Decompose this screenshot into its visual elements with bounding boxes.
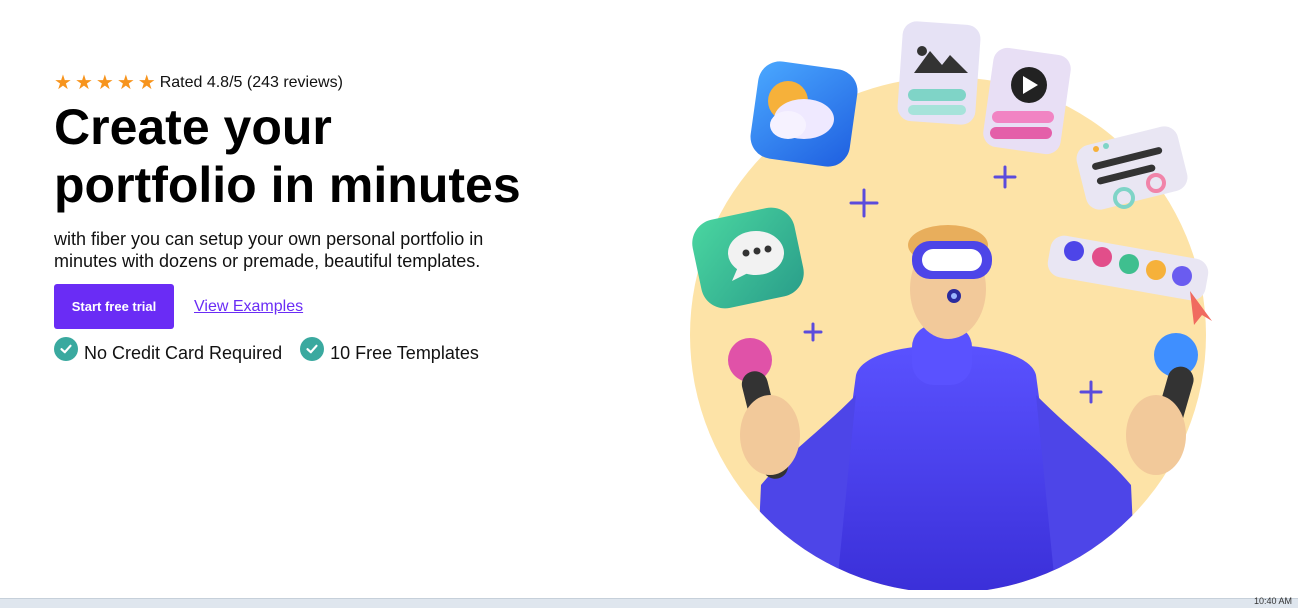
feature-label: 10 Free Templates (330, 342, 479, 363)
headline-line-2: portfolio in minutes (54, 157, 521, 213)
cta-row: Start free trial View Examples (54, 284, 574, 329)
hero-subtext: with fiber you can setup your own person… (54, 229, 484, 271)
page-title: Create your portfolio in minutes (54, 98, 574, 214)
rating-row: ★ ★ ★ ★ ★ Rated 4.8/5 (243 reviews) (54, 70, 574, 96)
star-icon: ★ (137, 72, 156, 94)
rating-text: Rated 4.8/5 (243 reviews) (159, 74, 343, 91)
star-icon: ★ (116, 72, 135, 94)
hero-section: ★ ★ ★ ★ ★ Rated 4.8/5 (243 reviews) Crea… (54, 70, 574, 365)
star-icon: ★ (54, 72, 72, 94)
image-card-icon (897, 21, 981, 125)
headline-line-1: Create your (54, 99, 332, 155)
weather-app-icon (750, 61, 858, 167)
check-circle-icon (54, 337, 78, 361)
feature-free-templates: 10 Free Templates (300, 337, 479, 365)
start-free-trial-button[interactable]: Start free trial (54, 284, 174, 329)
hero-illustration (690, 21, 1212, 590)
rating-stars: ★ ★ ★ ★ ★ (54, 73, 156, 93)
check-circle-icon (300, 337, 325, 361)
star-icon: ★ (74, 72, 93, 94)
feature-list: No Credit Card Required 10 Free Template… (54, 337, 574, 365)
feature-label: No Credit Card Required (84, 342, 283, 363)
taskbar-clock: 10:40 AM (1253, 596, 1292, 606)
video-card-icon (983, 47, 1071, 155)
star-icon: ★ (95, 72, 114, 94)
feature-no-credit-card: No Credit Card Required (54, 337, 283, 365)
view-examples-link[interactable]: View Examples (194, 298, 303, 316)
